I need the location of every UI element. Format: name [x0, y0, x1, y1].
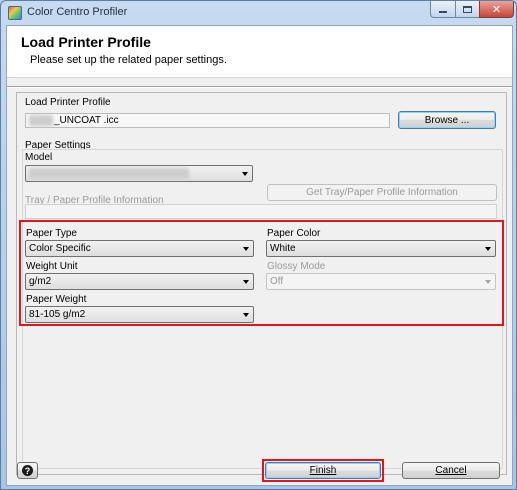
paper-color-select[interactable]: White — [266, 240, 496, 257]
paper-type-select[interactable]: Color Specific — [25, 240, 254, 257]
paper-type-value: Color Specific — [29, 243, 91, 254]
weight-unit-label: Weight Unit — [26, 261, 78, 272]
cancel-button-label: Cancel — [435, 465, 467, 476]
title-bar[interactable]: Color Centro Profiler ✕ — [1, 1, 516, 25]
maximize-icon — [463, 5, 472, 13]
profile-path-field[interactable]: x_UNCOAT .icc — [25, 113, 390, 128]
redacted-text: x — [29, 115, 53, 126]
close-button[interactable]: ✕ — [479, 1, 514, 18]
header-divider — [7, 86, 512, 88]
paper-color-value: White — [270, 243, 296, 254]
paper-type-label: Paper Type — [26, 228, 77, 239]
app-icon — [8, 6, 22, 20]
help-button[interactable]: ? — [17, 462, 38, 479]
glossy-mode-select[interactable]: Off — [266, 273, 496, 290]
model-value: x — [29, 168, 190, 179]
app-window: Color Centro Profiler ✕ Load Printer Pro… — [0, 0, 517, 490]
finish-button[interactable]: Finish — [265, 462, 381, 479]
get-tray-info-label: Get Tray/Paper Profile Information — [306, 187, 458, 198]
load-profile-label: Load Printer Profile — [25, 97, 111, 108]
dropdown-arrow-icon — [243, 313, 249, 317]
profile-file-name: _UNCOAT .icc — [54, 115, 119, 126]
paper-weight-select[interactable]: 81-105 g/m2 — [25, 306, 254, 323]
tray-info-field — [25, 204, 497, 219]
dropdown-arrow-icon — [485, 247, 491, 251]
model-select[interactable]: x — [25, 165, 253, 182]
weight-unit-value: g/m2 — [29, 276, 52, 287]
dropdown-arrow-icon — [243, 247, 249, 251]
get-tray-info-button[interactable]: Get Tray/Paper Profile Information — [267, 184, 497, 201]
paper-color-label: Paper Color — [267, 228, 321, 239]
dropdown-arrow-icon — [242, 172, 248, 176]
browse-button[interactable]: Browse ... — [398, 111, 496, 129]
glossy-mode-label: Glossy Mode — [267, 261, 326, 272]
dropdown-arrow-icon — [485, 280, 491, 284]
finish-button-label: Finish — [309, 465, 337, 476]
page-title: Load Printer Profile — [21, 34, 151, 50]
paper-weight-value: 81-105 g/m2 — [29, 309, 86, 320]
minimize-icon — [439, 10, 447, 13]
maximize-button[interactable] — [455, 1, 480, 18]
browse-button-label: Browse ... — [424, 114, 470, 126]
help-icon: ? — [22, 465, 33, 476]
cancel-button[interactable]: Cancel — [402, 462, 500, 479]
model-label: Model — [25, 152, 53, 163]
close-icon: ✕ — [491, 3, 502, 16]
page-subtitle: Please set up the related paper settings… — [30, 54, 227, 66]
minimize-button[interactable] — [430, 1, 456, 18]
dialog-client-area: Load Printer Profile Please set up the r… — [6, 25, 513, 486]
wizard-header: Load Printer Profile Please set up the r… — [7, 26, 512, 78]
glossy-mode-value: Off — [270, 276, 284, 287]
paper-weight-label: Paper Weight — [26, 294, 87, 305]
main-panel: Load Printer Profile x_UNCOAT .icc Brows… — [16, 92, 507, 475]
dropdown-arrow-icon — [243, 280, 249, 284]
window-title: Color Centro Profiler — [27, 6, 128, 18]
weight-unit-select[interactable]: g/m2 — [25, 273, 254, 290]
